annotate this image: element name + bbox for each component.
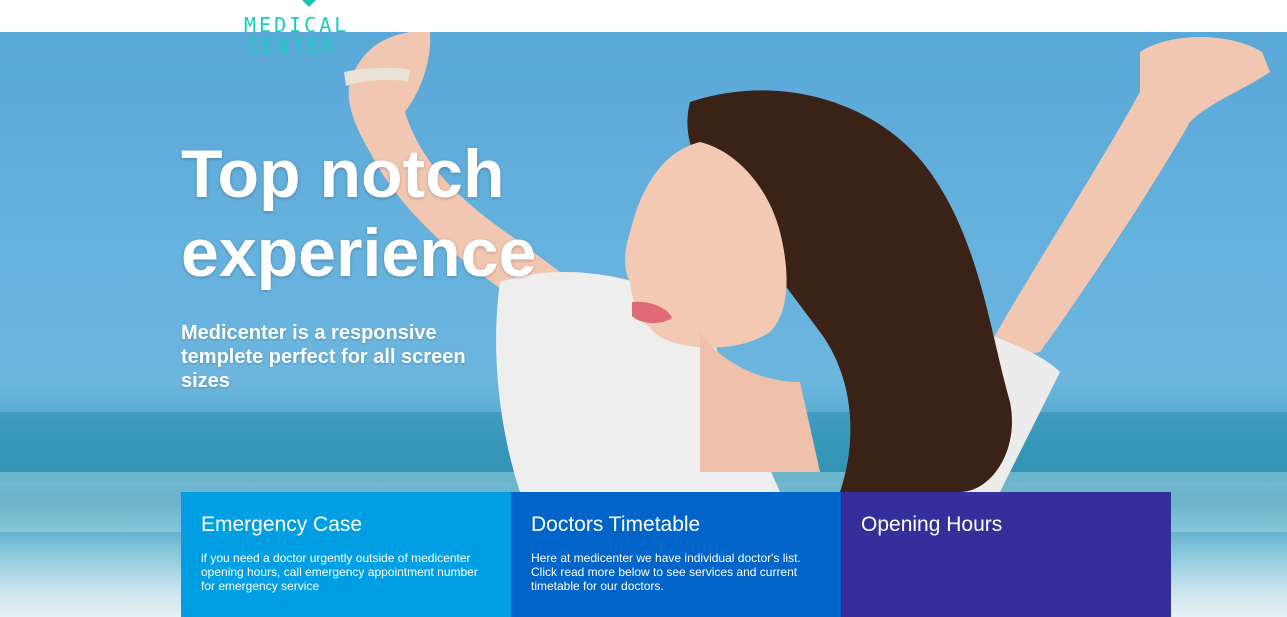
doctors-timetable-text: Here at medicenter we have individual do… (531, 551, 801, 593)
feature-boxes: Emergency Case if you need a doctor urge… (181, 492, 1171, 617)
doctors-timetable-title: Doctors Timetable (531, 513, 701, 536)
logo-marker-icon (300, 0, 318, 7)
site-logo[interactable]: MEDICAL CENTER (244, 0, 374, 60)
hero-subtitle: Medicenter is a responsive templete perf… (181, 322, 466, 392)
emergency-case-text: if you need a doctor urgently outside of… (201, 551, 478, 593)
opening-hours-title: Opening Hours (861, 513, 1003, 536)
logo-text-line2: CENTER (247, 34, 338, 58)
top-header-bar (0, 0, 1287, 32)
opening-hours-box[interactable]: Opening Hours (841, 492, 1171, 617)
logo-text-line1: MEDICAL (244, 13, 350, 37)
emergency-case-title: Emergency Case (201, 513, 363, 536)
doctors-timetable-box[interactable]: Doctors Timetable Here at medicenter we … (511, 492, 841, 617)
emergency-case-box[interactable]: Emergency Case if you need a doctor urge… (181, 492, 511, 617)
hero-title: Top notch experience (181, 136, 537, 291)
